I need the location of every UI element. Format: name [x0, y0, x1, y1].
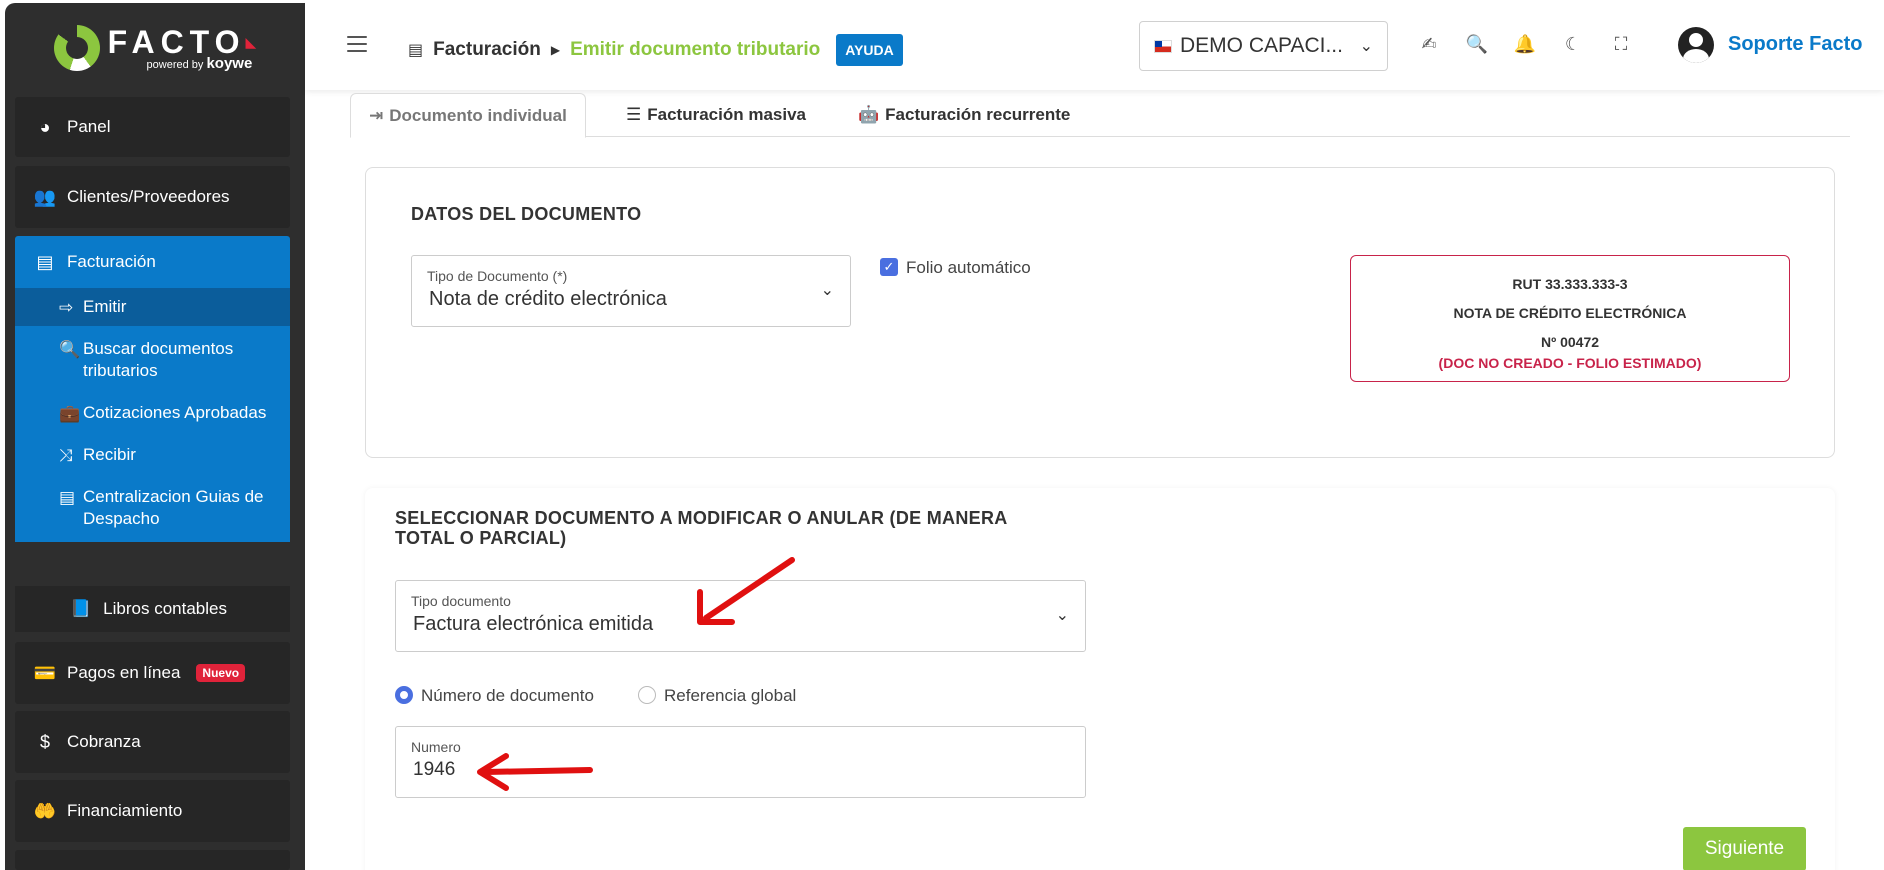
- signature-icon[interactable]: ✍: [1417, 32, 1441, 56]
- briefcase-icon: 💼: [59, 404, 81, 423]
- tab-facturacion-recurrente[interactable]: 🤖 Facturación recurrente: [840, 93, 1088, 137]
- numero-input[interactable]: Numero 1946: [395, 726, 1086, 798]
- subitem-cotizaciones[interactable]: 💼 Cotizaciones Aprobadas: [15, 390, 290, 432]
- folio-automatico-checkbox[interactable]: ✓: [880, 258, 898, 276]
- payment-card-icon: 💳: [33, 662, 57, 683]
- dollar-icon: $: [39, 731, 50, 752]
- user-avatar[interactable]: [1678, 27, 1714, 63]
- radio-numero-label: Número de documento: [421, 686, 594, 705]
- chart-pie-icon: ◕: [39, 116, 51, 137]
- folio-doc-type: NOTA DE CRÉDITO ELECTRÓNICA: [1453, 305, 1687, 321]
- search-icon[interactable]: 🔍: [1465, 32, 1489, 56]
- caret-right-icon: ▶: [550, 43, 561, 57]
- chevron-down-icon: ⌄: [820, 282, 834, 299]
- breadcrumb-current: Emitir documento tributario: [570, 39, 821, 60]
- chevron-down-icon: ⌄: [1359, 38, 1373, 55]
- seleccionar-title-1: SELECCIONAR DOCUMENTO A MODIFICAR O ANUL…: [395, 508, 1008, 528]
- sidebar-item-libros[interactable]: 📘 Libros contables: [15, 586, 290, 632]
- sidebar-item-clientes[interactable]: 👥 Clientes/Proveedores: [15, 166, 290, 228]
- company-name: DEMO CAPACI...: [1180, 34, 1343, 57]
- sidebar-item-label: Cobranza: [67, 732, 141, 751]
- folio-rut: RUT 33.333.333-3: [1512, 276, 1628, 292]
- fullscreen-icon[interactable]: ⛶: [1609, 32, 1633, 56]
- sidebar-item-label: Pagos en línea: [67, 663, 181, 682]
- file-icon: ▤: [59, 488, 76, 507]
- file-icon: ▤: [408, 42, 424, 59]
- sidebar-item-panel[interactable]: ◕ Panel: [15, 97, 290, 157]
- tabs-bar: ⇥ Documento individual ☰ Facturación mas…: [350, 93, 1850, 138]
- siguiente-button[interactable]: Siguiente: [1683, 827, 1806, 870]
- shuffle-icon: ⤨: [59, 446, 73, 465]
- sidebar-item-facturacion[interactable]: ▤ Facturación: [15, 236, 290, 288]
- help-button[interactable]: AYUDA: [836, 34, 903, 66]
- radio-numero-documento[interactable]: [395, 686, 413, 704]
- sidebar-item-financiamiento[interactable]: 🤲 Financiamiento: [15, 780, 290, 842]
- breadcrumb: ▤ Facturación ▶ Emitir documento tributa…: [408, 34, 903, 66]
- sign-out-icon: ⇨: [59, 298, 74, 317]
- radio-referencia-global[interactable]: [638, 686, 656, 704]
- subitem-emitir[interactable]: ⇨ Emitir: [15, 288, 290, 326]
- logo-powered: powered by: [146, 58, 204, 71]
- sidebar-item-more[interactable]: [15, 850, 290, 870]
- company-select[interactable]: DEMO CAPACI... ⌄: [1139, 21, 1388, 71]
- datos-title: DATOS DEL DOCUMENTO: [411, 204, 642, 224]
- facto-logo-icon: [53, 25, 100, 71]
- robot-icon: 🤖: [858, 105, 880, 124]
- subitem-recibir[interactable]: ⤨ Recibir: [15, 432, 290, 474]
- users-icon: 👥: [33, 186, 57, 207]
- folio-number: Nº 00472: [1540, 334, 1600, 350]
- tipo-documento-ref-select[interactable]: Tipo documento Factura electrónica emiti…: [395, 580, 1086, 652]
- logo-brand: koywe: [206, 54, 253, 72]
- radio-global-label: Referencia global: [664, 686, 797, 705]
- sign-in-icon: ⇥: [369, 105, 384, 125]
- user-name[interactable]: Soporte Facto: [1728, 33, 1862, 56]
- sidebar-item-pagos[interactable]: 💳 Pagos en línea Nuevo: [15, 642, 290, 704]
- folio-automatico-label: Folio automático: [906, 258, 1031, 277]
- chile-flag-icon: [1154, 39, 1172, 53]
- search-icon: 🔍: [59, 340, 81, 359]
- hand-money-icon: 🤲: [33, 800, 57, 821]
- hamburger-icon[interactable]: [347, 36, 367, 52]
- tipo-documento-select[interactable]: Tipo de Documento (*) Nota de crédito el…: [411, 255, 851, 327]
- top-header: ▤ Facturación ▶ Emitir documento tributa…: [305, 0, 1884, 90]
- seleccionar-documento-card: [365, 488, 1835, 870]
- chevron-down-icon: ⌄: [1055, 607, 1069, 624]
- sidebar-item-label: Facturación: [67, 252, 156, 271]
- subitem-buscar[interactable]: 🔍 Buscar documentos tributarios: [15, 326, 290, 390]
- tab-documento-individual[interactable]: ⇥ Documento individual: [350, 93, 586, 138]
- book-icon: 📘: [70, 599, 92, 618]
- sidebar-item-label: Clientes/Proveedores: [67, 187, 230, 206]
- new-badge: Nuevo: [196, 664, 246, 682]
- tab-facturacion-masiva[interactable]: ☰ Facturación masiva: [608, 93, 824, 137]
- list-icon: ☰: [626, 105, 642, 124]
- file-icon: ▤: [36, 251, 54, 272]
- sidebar-item-cobranza[interactable]: $ Cobranza: [15, 711, 290, 773]
- breadcrumb-facturacion[interactable]: Facturación: [433, 39, 541, 61]
- folio-preview-box: RUT 33.333.333-3 NOTA DE CRÉDITO ELECTRÓ…: [1350, 255, 1790, 382]
- facturacion-submenu: ⇨ Emitir 🔍 Buscar documentos tributarios…: [15, 288, 290, 542]
- moon-icon[interactable]: ☾: [1561, 32, 1585, 56]
- folio-status: (DOC NO CREADO - FOLIO ESTIMADO): [1438, 355, 1702, 371]
- seleccionar-title-2: TOTAL O PARCIAL): [395, 528, 567, 548]
- facto-logo[interactable]: FACTO◣ powered by koywe: [5, 3, 305, 93]
- sidebar-item-label: Financiamiento: [67, 801, 183, 820]
- subitem-centralizacion[interactable]: ▤ Centralizacion Guias de Despacho: [15, 474, 290, 542]
- bell-icon[interactable]: 🔔: [1513, 32, 1537, 56]
- sidebar-item-label: Panel: [67, 117, 111, 136]
